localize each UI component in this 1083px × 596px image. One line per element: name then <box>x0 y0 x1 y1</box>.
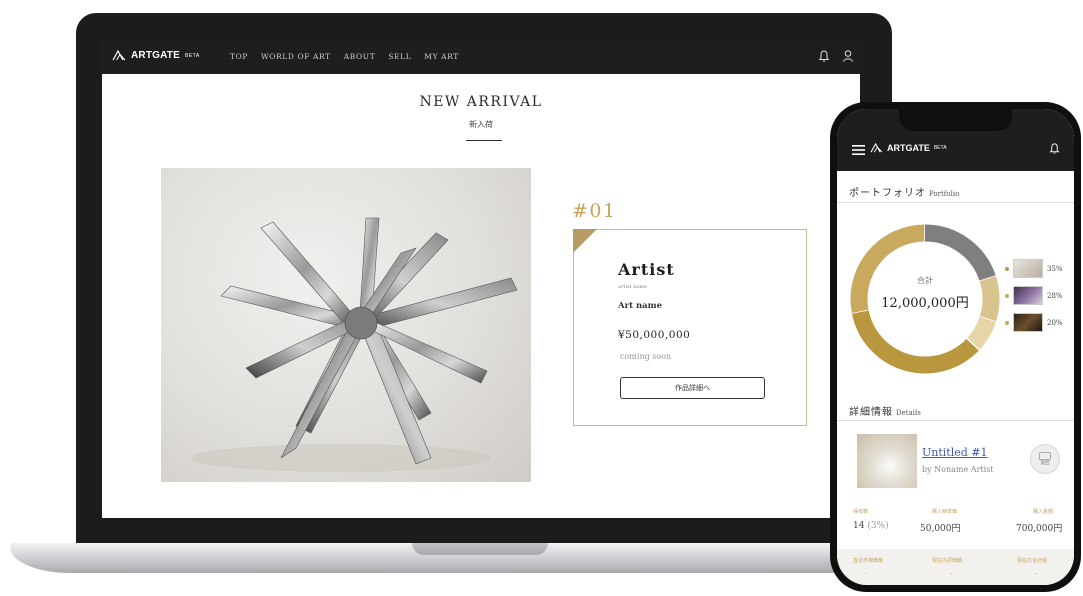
stat-label: 直近市場価格 <box>853 558 884 564</box>
stat-value: 700,000円 <box>1016 524 1063 534</box>
artgate-logo-icon <box>870 143 883 153</box>
section-subtitle: 新入荷 <box>469 120 493 129</box>
stat-label: 購入時単価 <box>932 509 958 515</box>
art-name: Art name <box>618 301 663 311</box>
artist-caption: artist name <box>618 284 648 290</box>
donut-slice[interactable] <box>966 316 996 350</box>
work-thumbnail[interactable] <box>857 434 917 488</box>
artgate-logo[interactable]: ARTGATE BETA <box>112 50 200 61</box>
work-artist: by Noname Artist <box>922 465 994 474</box>
availability-status: coming soon <box>620 352 672 361</box>
laptop-screen: ARTGATE BETA TOP WORLD OF ART ABOUT SELL… <box>102 40 860 518</box>
view-details-button[interactable]: 作品詳細へ <box>620 377 765 399</box>
ticket-icon <box>1039 452 1051 460</box>
legend-percent: 28% <box>1047 291 1063 300</box>
stat-label: 現在の評価額 <box>932 558 963 564</box>
stat-value: - <box>950 570 953 577</box>
stats-strip <box>837 549 1074 585</box>
portfolio-divider <box>837 202 1074 203</box>
legend-percent: 35% <box>1047 264 1063 273</box>
bell-icon[interactable] <box>818 49 830 63</box>
artwork-price: ¥50,000,000 <box>618 329 691 341</box>
favorite-button[interactable]: 旋回 <box>1030 444 1060 474</box>
legend-dot <box>1005 266 1009 271</box>
nav-item-my-art[interactable]: MY ART <box>424 52 459 61</box>
favorite-button-label: 旋回 <box>1040 461 1050 466</box>
nav-item-about[interactable]: ABOUT <box>344 52 376 61</box>
legend-item[interactable]: 35% <box>1005 259 1063 278</box>
menu-icon[interactable] <box>852 145 865 155</box>
stat-label: 現在の合計額 <box>1017 558 1048 564</box>
artwork-thumbnail <box>1013 286 1043 305</box>
top-navbar: ARTGATE BETA TOP WORLD OF ART ABOUT SELL… <box>102 40 860 74</box>
stat-value: - <box>1035 570 1038 577</box>
nav-item-top[interactable]: TOP <box>230 52 248 61</box>
logo-text: ARTGATE <box>131 50 180 61</box>
portfolio-heading: ポートフォリオ Portfolio <box>849 184 959 199</box>
sculpture-illustration <box>191 217 518 472</box>
artist-heading: Artist <box>618 260 675 279</box>
nav-menu: TOP WORLD OF ART ABOUT SELL MY ART <box>230 52 472 61</box>
donut-slice[interactable] <box>851 309 980 374</box>
phone-artgate-logo[interactable]: ARTGATE BETA <box>870 143 947 153</box>
holding-count: 14 <box>853 521 865 531</box>
stat-label: 購入金額 <box>1033 509 1054 515</box>
legend-dot <box>1005 320 1009 325</box>
nav-icons <box>818 49 854 63</box>
work-title-link[interactable]: Untitled #1 <box>922 446 988 459</box>
donut-total-value: 12,000,000円 <box>881 296 969 311</box>
artgate-logo-icon <box>112 50 126 61</box>
phone-logo-text: ARTGATE <box>887 143 930 153</box>
legend-percent: 20% <box>1047 318 1063 327</box>
phone-notch <box>899 109 1012 131</box>
beta-badge: BETA <box>185 52 200 59</box>
donut-total-label: 合計 <box>917 276 933 285</box>
stat-value: - <box>865 570 868 577</box>
user-icon[interactable] <box>842 49 854 63</box>
stat-label: 保有数 <box>853 509 869 515</box>
artwork-info-card: Artist artist name Art name ¥50,000,000 … <box>573 229 807 426</box>
legend-item[interactable]: 20% <box>1005 313 1063 332</box>
laptop-notch <box>412 543 548 555</box>
phone-frame: ARTGATE BETA ポートフォリオ Portfolio 合計 12,000,… <box>830 102 1081 592</box>
phone-beta-badge: BETA <box>933 145 947 151</box>
stat-value: 14 (3%) <box>853 521 889 531</box>
nav-item-sell[interactable]: SELL <box>388 52 411 61</box>
featured-artwork-image[interactable] <box>161 168 531 482</box>
legend-item[interactable]: 28% <box>1005 286 1063 305</box>
details-divider <box>837 420 1074 421</box>
portfolio-title-en: Portfolio <box>929 190 960 198</box>
portfolio-title: ポートフォリオ <box>849 188 926 199</box>
donut-slice[interactable] <box>924 224 996 282</box>
legend-dot <box>1005 293 1009 298</box>
stat-value: 50,000円 <box>920 524 961 534</box>
bell-icon[interactable] <box>1049 142 1060 155</box>
phone-screen: ARTGATE BETA ポートフォリオ Portfolio 合計 12,000,… <box>837 109 1074 585</box>
lot-number: #01 <box>572 200 617 222</box>
section-title: NEW ARRIVAL <box>419 94 543 110</box>
section-divider <box>466 140 502 141</box>
details-heading: 詳細情報 Details <box>849 403 921 418</box>
card-corner-accent <box>573 229 597 253</box>
nav-item-world-of-art[interactable]: WORLD OF ART <box>261 52 331 61</box>
details-title: 詳細情報 <box>849 407 893 418</box>
artwork-thumbnail <box>1013 313 1043 332</box>
holding-percent: (3%) <box>867 521 889 531</box>
details-title-en: Details <box>896 409 921 417</box>
artwork-thumbnail <box>1013 259 1043 278</box>
